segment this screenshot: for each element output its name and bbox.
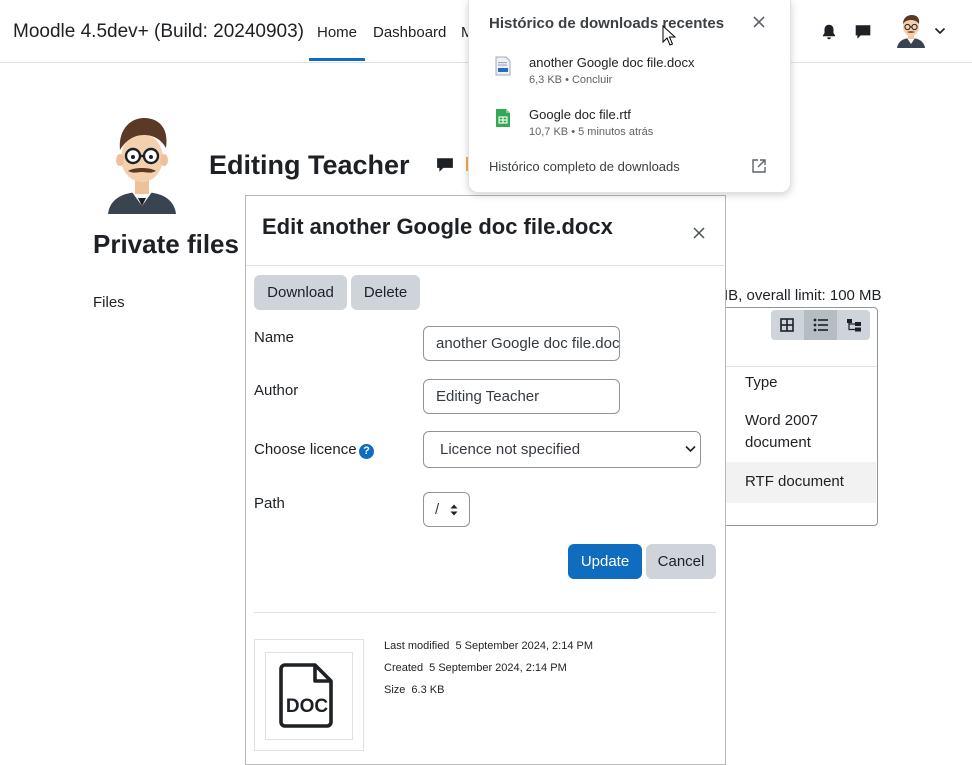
rtf-file-icon[interactable]: [495, 108, 511, 128]
path-label: Path: [254, 495, 285, 512]
author-input[interactable]: Editing Teacher: [423, 379, 620, 414]
file-limit-text: IB, overall limit: 100 MB: [724, 287, 882, 304]
name-label: Name: [254, 329, 295, 346]
chevron-down-icon[interactable]: [934, 27, 946, 35]
download-item-meta: 10,7 KB • 5 minutos atrás: [529, 126, 654, 138]
profile-name: Editing Teacher: [209, 150, 410, 180]
tree-icon: [847, 319, 861, 332]
help-icon[interactable]: ?: [359, 444, 374, 459]
meta-last-modified: Last modified 5 September 2024, 2:14 PM: [384, 640, 593, 652]
download-button[interactable]: Download: [254, 275, 347, 310]
meta-key: Last modified: [384, 640, 450, 652]
mouse-cursor-icon: [662, 25, 676, 46]
external-link-icon[interactable]: [751, 158, 767, 174]
file-manager-divider: [700, 366, 877, 367]
cancel-button[interactable]: Cancel: [646, 544, 716, 579]
nav-active-indicator: [309, 58, 365, 61]
bell-icon[interactable]: [820, 23, 838, 41]
author-label: Author: [254, 382, 299, 399]
site-brand[interactable]: Moodle 4.5dev+ (Build: 20240903): [13, 21, 304, 43]
nav-home[interactable]: Home: [317, 24, 357, 41]
column-header-type[interactable]: Type: [745, 374, 778, 391]
thumbnail-label: DOC: [286, 696, 329, 717]
meta-key: Size: [384, 684, 406, 696]
list-icon: [813, 318, 828, 332]
meta-size: Size 6.3 KB: [384, 684, 444, 696]
close-icon[interactable]: [752, 15, 766, 29]
path-select-value: /: [435, 501, 440, 518]
download-item-meta: 6,3 KB • Concluir: [529, 74, 613, 86]
profile-avatar: [108, 118, 176, 214]
view-icons-button[interactable]: [771, 310, 804, 340]
chevron-down-icon: [685, 445, 696, 453]
name-input[interactable]: another Google doc file.docx: [423, 326, 620, 361]
view-list-button[interactable]: [804, 310, 837, 340]
downloads-title: Histórico de downloads recentes: [489, 15, 725, 32]
file-row-type[interactable]: RTF document: [745, 473, 844, 490]
files-label: Files: [93, 294, 125, 311]
nav-dashboard[interactable]: Dashboard: [373, 24, 446, 41]
licence-label: Choose licence: [254, 441, 357, 458]
docx-file-icon[interactable]: [495, 56, 511, 76]
sort-arrows-icon: [450, 504, 458, 516]
path-select[interactable]: /: [423, 492, 470, 527]
download-item-name[interactable]: Google doc file.rtf: [529, 107, 631, 122]
close-icon[interactable]: [693, 227, 705, 239]
meta-value: 5 September 2024, 2:14 PM: [455, 640, 594, 652]
update-button[interactable]: Update: [568, 544, 642, 579]
messages-icon[interactable]: [854, 23, 872, 41]
meta-value: 5 September 2024, 2:14 PM: [429, 662, 567, 674]
grid-icon: [780, 318, 794, 332]
download-item-name[interactable]: another Google doc file.docx: [529, 55, 695, 70]
delete-button[interactable]: Delete: [351, 275, 420, 310]
dialog-title: Edit another Google doc file.docx: [262, 214, 613, 239]
message-user-icon[interactable]: [436, 157, 454, 173]
meta-value: 6.3 KB: [411, 684, 445, 696]
licence-select-value: Licence not specified: [440, 441, 581, 458]
dialog-footer-divider: [254, 612, 716, 613]
file-row-type[interactable]: Word 2007 document: [745, 410, 865, 454]
meta-key: Created: [384, 662, 424, 674]
meta-created: Created 5 September 2024, 2:14 PM: [384, 662, 567, 674]
doc-file-icon: DOC: [279, 663, 333, 728]
page-title: Private files: [93, 229, 239, 259]
view-tree-button[interactable]: [837, 310, 870, 340]
dialog-header-divider: [246, 265, 724, 266]
user-avatar[interactable]: [895, 14, 927, 48]
licence-select[interactable]: Licence not specified: [423, 431, 701, 468]
full-download-history-link[interactable]: Histórico completo de downloads: [489, 159, 680, 174]
